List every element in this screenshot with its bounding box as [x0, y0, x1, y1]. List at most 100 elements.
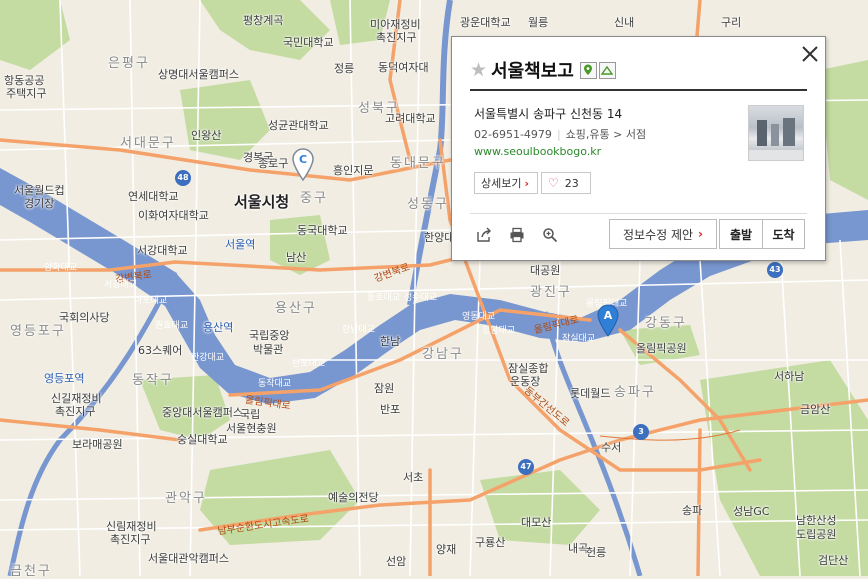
- map-label-songpa[interactable]: 송파구: [614, 381, 656, 400]
- map-label-hyeonryung[interactable]: 헌릉: [586, 544, 606, 560]
- map-label-guri[interactable]: 구리: [721, 14, 741, 30]
- map-label-seocho[interactable]: 서초: [403, 469, 423, 485]
- map-label-seoul_city_hall[interactable]: 서울시청: [234, 191, 289, 212]
- map-label-heunginjimun[interactable]: 흥인지문: [333, 162, 373, 178]
- map-label-junggu[interactable]: 중구: [300, 187, 328, 206]
- map-label-sangmyung[interactable]: 상명대서울캠퍼스: [158, 66, 239, 82]
- chevron-right-icon: ›: [524, 176, 530, 190]
- map-label-yongsan[interactable]: 용산구: [275, 297, 317, 316]
- map-label-gwangjin[interactable]: 광진구: [530, 281, 572, 300]
- bridge-label-hannam_br: 한남대교: [342, 325, 376, 335]
- map-label-provincial_park[interactable]: 도립공원: [796, 526, 836, 542]
- map-label-seonam[interactable]: 선암: [386, 553, 406, 569]
- map-label-seongdong[interactable]: 성동구: [407, 193, 449, 212]
- map-label-daegyo[interactable]: 대공원: [530, 262, 560, 278]
- place-thumbnail[interactable]: [748, 105, 804, 161]
- place-website[interactable]: www.seoulbookbogo.kr: [474, 145, 601, 158]
- map-label-singil2[interactable]: 촉진지구: [55, 403, 95, 419]
- map-label-wolgye[interactable]: 월릉: [528, 14, 548, 30]
- route-badge-r47: 47: [518, 459, 534, 475]
- map-label-boramae[interactable]: 보라매공원: [72, 436, 123, 452]
- place-contact-line: 02-6951-4979 | 쇼핑,유통 > 서점: [474, 128, 647, 141]
- map-label-geumamsan[interactable]: 금암산: [800, 401, 830, 417]
- marker-a[interactable]: A: [596, 303, 620, 337]
- map-label-namsan[interactable]: 남산: [286, 249, 306, 265]
- map-label-eunpyeong[interactable]: 은평구: [108, 52, 150, 71]
- map-label-seohanam[interactable]: 서하남: [774, 368, 804, 384]
- mountain-tag-icon: [598, 61, 616, 79]
- map-label-gukhoe[interactable]: 국회의사당: [59, 309, 110, 325]
- map-label-banpo[interactable]: 반포: [380, 401, 400, 417]
- map-label-ewha[interactable]: 이화여자대학교: [138, 207, 209, 223]
- map-label-soongsil[interactable]: 숭실대학교: [177, 431, 228, 447]
- close-icon[interactable]: [797, 41, 823, 67]
- map-label-jeongneung[interactable]: 정릉: [334, 60, 354, 76]
- map-label-kookmin[interactable]: 국민대학교: [283, 34, 334, 50]
- map-label-dongjak[interactable]: 동작구: [132, 369, 174, 388]
- map-label-olympic_park[interactable]: 올림픽공원: [636, 340, 687, 356]
- map-label-jongno[interactable]: 종로구: [258, 155, 288, 171]
- map-label-songpa2[interactable]: 송파: [682, 502, 702, 518]
- bridge-label-dongho_br: 동호대교: [367, 293, 401, 303]
- zoom-icon[interactable]: [542, 227, 558, 243]
- map-label-yeongdeungpo[interactable]: 영등포구: [10, 320, 66, 339]
- star-icon[interactable]: ★: [470, 59, 487, 81]
- map-label-hangdong2[interactable]: 주택지구: [6, 85, 46, 101]
- map-label-seongnam_gc[interactable]: 성남GC: [733, 503, 769, 519]
- map-label-hanyang[interactable]: 한양대: [424, 229, 454, 245]
- place-phone: 02-6951-4979: [474, 128, 552, 141]
- map-label-worldcup2[interactable]: 경기장: [24, 195, 54, 211]
- bridge-label-wonhyo_br: 원효대교: [155, 321, 189, 331]
- map-label-korea_univ[interactable]: 고려대학교: [385, 110, 436, 126]
- map-label-guro[interactable]: 금천구: [10, 560, 52, 579]
- map-label-dongdaemun[interactable]: 동대문구: [390, 152, 446, 171]
- map-label-seogang[interactable]: 서강대학교: [137, 242, 188, 258]
- detail-button[interactable]: 상세보기 ›: [474, 172, 538, 194]
- map-label-natl_cemetery2[interactable]: 서울현충원: [226, 420, 277, 436]
- map-label-dongguk[interactable]: 동국대학교: [297, 222, 348, 238]
- map-label-skku[interactable]: 성균관대학교: [268, 117, 329, 133]
- map-label-seoul_station[interactable]: 서울역: [225, 236, 255, 252]
- map-label-63square[interactable]: 63스퀘어: [138, 342, 182, 358]
- print-icon[interactable]: [509, 227, 525, 243]
- map-label-lotteworld[interactable]: 롯데월드: [570, 385, 610, 401]
- place-title: 서울책보고: [491, 61, 574, 82]
- map-label-arts_center[interactable]: 예술의전당: [328, 489, 379, 505]
- map-label-suseo[interactable]: 수서: [601, 439, 621, 455]
- map-label-jamwon[interactable]: 잠원: [374, 380, 394, 396]
- map-label-miajae2[interactable]: 촉진지구: [376, 29, 416, 45]
- map-label-gangdong[interactable]: 강동구: [645, 312, 687, 331]
- map-label-gurungsan[interactable]: 구룡산: [475, 534, 505, 550]
- map-label-yongsan_stn[interactable]: 용산역: [203, 319, 233, 335]
- map-label-geodansan[interactable]: 검단산: [818, 552, 848, 568]
- map-label-pyeongchang[interactable]: 평창계곡: [243, 12, 283, 28]
- map-label-inwangsan[interactable]: 인왕산: [191, 127, 221, 143]
- marker-c-icon: C: [292, 148, 314, 182]
- map-label-gwangmyeong[interactable]: 광운대학교: [460, 14, 511, 30]
- map-label-sillim2[interactable]: 촉진지구: [110, 531, 150, 547]
- map-label-dongduk[interactable]: 동덕여자대: [378, 59, 429, 75]
- map-label-daemosan[interactable]: 대모산: [521, 514, 551, 530]
- map-label-museum2[interactable]: 박물관: [253, 341, 283, 357]
- marker-c-label: C: [299, 153, 307, 166]
- map-label-yonsei[interactable]: 연세대학교: [128, 188, 179, 204]
- map-label-gangnam[interactable]: 강남구: [422, 343, 464, 362]
- chevron-right-icon: ›: [698, 227, 703, 241]
- share-icon[interactable]: [476, 227, 492, 243]
- map-label-sinnae[interactable]: 신내: [614, 14, 634, 30]
- map-label-hannam[interactable]: 한남: [380, 333, 400, 349]
- route-badge-r43: 43: [767, 262, 783, 278]
- suggest-edit-button[interactable]: 정보수정 제안 ›: [609, 219, 717, 249]
- arrive-button[interactable]: 도착: [762, 219, 805, 249]
- map-label-seodaemun[interactable]: 서대문구: [120, 132, 176, 151]
- like-button[interactable]: ♡ 23: [541, 172, 591, 194]
- map-label-chungang[interactable]: 중앙대서울캠퍼스: [162, 404, 243, 420]
- map-label-snu[interactable]: 서울대관악캠퍼스: [148, 550, 229, 566]
- marker-c[interactable]: C: [291, 147, 315, 182]
- map-label-yeongdeungpo_stn[interactable]: 영등포역: [44, 370, 84, 386]
- bridge-label-mapo_br: 마포대교: [134, 296, 168, 306]
- map-label-gwanak[interactable]: 관악구: [165, 487, 207, 506]
- depart-button[interactable]: 출발: [719, 219, 763, 249]
- bridge-label-hangang_br: 한강대교: [191, 353, 225, 363]
- map-label-yangjae[interactable]: 양재: [436, 541, 456, 557]
